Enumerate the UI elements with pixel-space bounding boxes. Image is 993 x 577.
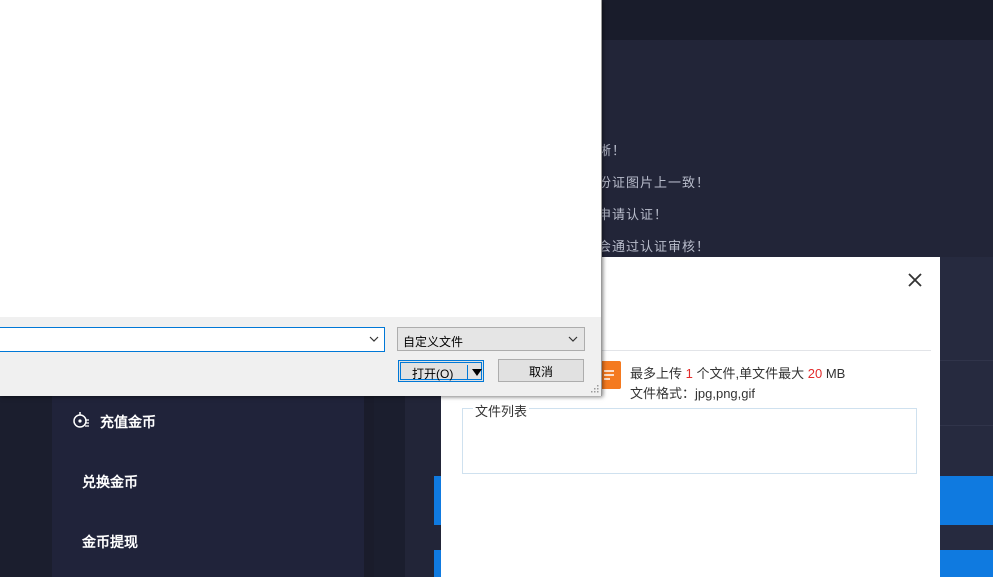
file-formats-text: 文件格式：jpg,png,gif bbox=[630, 386, 755, 401]
dialog-border bbox=[601, 0, 602, 396]
sidebar-item-exchange[interactable]: 兑换金币 bbox=[82, 472, 138, 492]
sidebar-item-recharge[interactable]: 充值金币 bbox=[100, 412, 156, 432]
max-files-count: 1 bbox=[685, 366, 693, 381]
notice-line-2: 份证图片上一致！ bbox=[598, 175, 711, 190]
coin-icon bbox=[73, 412, 89, 428]
cancel-button[interactable]: 取消 bbox=[498, 359, 584, 382]
split-divider bbox=[467, 365, 468, 379]
content-right-area bbox=[940, 257, 993, 577]
chevron-down-icon bbox=[568, 336, 578, 342]
filename-input[interactable] bbox=[0, 327, 385, 352]
open-button-focus-ring: 打开(O) bbox=[400, 362, 483, 381]
file-open-dialog: 自定义文件 打开(O) 取消 bbox=[0, 0, 602, 396]
open-button[interactable]: 打开(O) bbox=[398, 360, 484, 382]
resize-grip-icon[interactable] bbox=[589, 383, 599, 393]
notice-line-1: 晰！ bbox=[598, 143, 627, 158]
close-icon[interactable] bbox=[904, 269, 926, 291]
upload-limit-prefix: 最多上传 bbox=[630, 366, 683, 381]
file-type-selected: 自定义文件 bbox=[403, 335, 464, 349]
page-left-strip bbox=[0, 396, 52, 577]
upload-limit-text: 最多上传 1 个文件,单文件最大 20 MB bbox=[630, 363, 845, 382]
chevron-down-icon[interactable] bbox=[368, 333, 380, 345]
sidebar-scrollbar[interactable] bbox=[364, 396, 374, 577]
open-button-label: 打开(O) bbox=[412, 367, 454, 381]
cancel-button-label: 取消 bbox=[528, 365, 553, 379]
upload-limit-middle: 个文件,单文件最大 bbox=[696, 366, 805, 381]
divider bbox=[940, 425, 993, 426]
notice-line-3: 申请认证！ bbox=[598, 207, 669, 222]
divider bbox=[940, 360, 993, 361]
size-unit: MB bbox=[825, 366, 846, 381]
notice-line-4: 会通过认证审核！ bbox=[598, 239, 711, 254]
dropdown-arrow-icon[interactable] bbox=[471, 368, 483, 377]
file-list-box bbox=[462, 408, 917, 474]
sidebar-item-withdraw[interactable]: 金币提现 bbox=[82, 532, 138, 552]
page-gutter bbox=[374, 396, 405, 577]
file-browser-view[interactable] bbox=[0, 0, 601, 317]
max-file-size: 20 bbox=[807, 366, 823, 381]
file-type-select[interactable]: 自定义文件 bbox=[397, 327, 585, 351]
file-list-legend: 文件列表 bbox=[473, 401, 530, 420]
